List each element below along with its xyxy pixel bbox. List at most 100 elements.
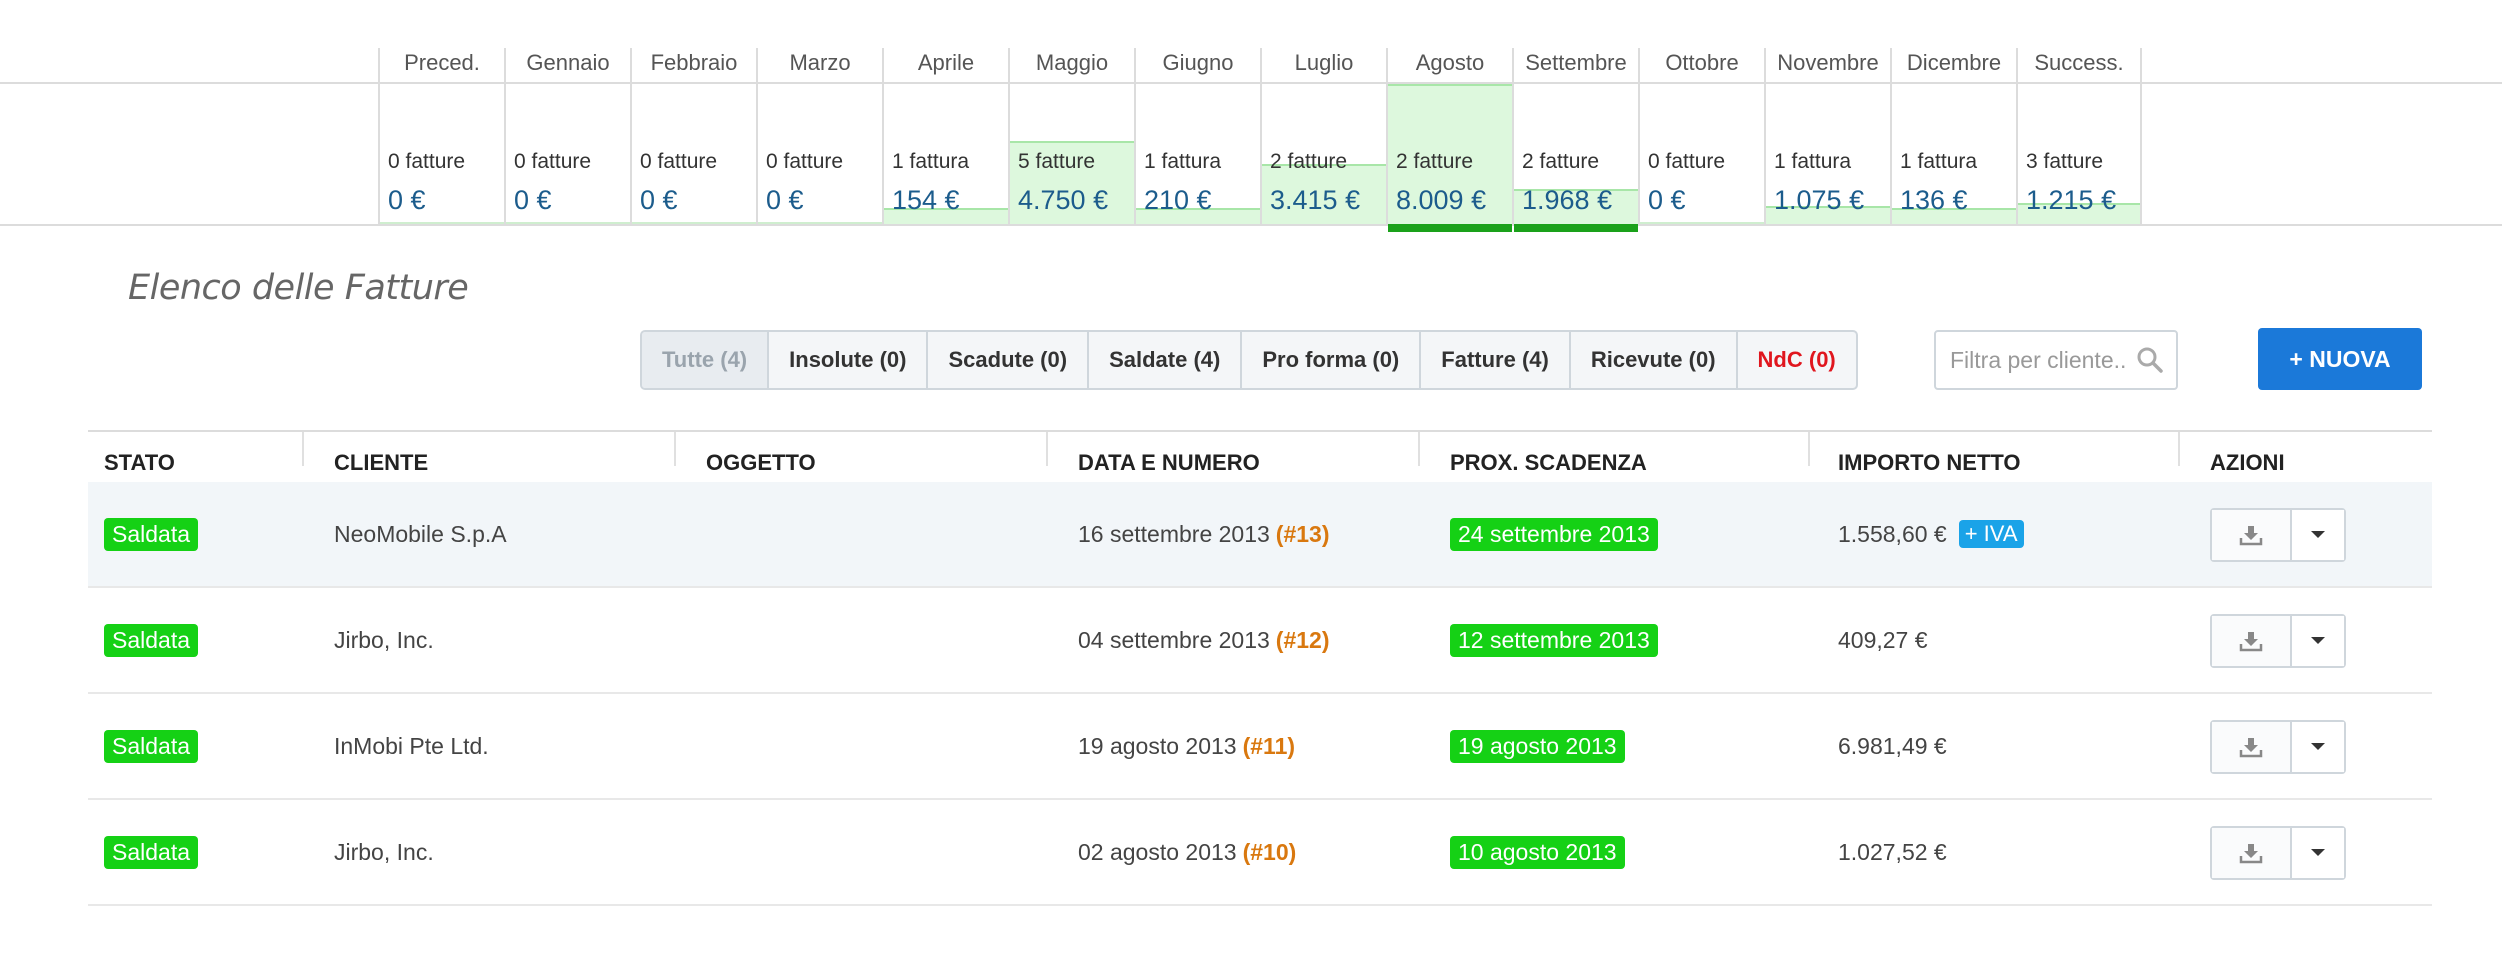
month-strip-bottom-border <box>0 224 2502 226</box>
row-menu-toggle[interactable] <box>2292 828 2344 878</box>
net-amount-cell: 1.558,60 € + IVA <box>1838 482 2024 586</box>
status-cell: Saldata <box>104 482 199 586</box>
month-invoice-count: 0 fatture <box>1648 150 1726 173</box>
status-cell: Saldata <box>104 800 199 904</box>
month-column[interactable]: Agosto 2 fatture 8.009 € <box>1386 48 1512 232</box>
column-header-importo-netto[interactable]: IMPORTO NETTO <box>1838 432 2021 484</box>
month-name: Giugno <box>1162 50 1234 75</box>
month-level-fill <box>758 222 882 224</box>
filter-tab[interactable]: Scadute (0) <box>928 332 1090 388</box>
column-header-stato[interactable]: STATO <box>104 432 175 484</box>
table-row[interactable]: Saldata Jirbo, Inc. 02 agosto 2013 (#10) 10 … <box>88 800 2432 906</box>
month-amount: 0 € <box>514 185 552 215</box>
month-name: Marzo <box>789 50 851 75</box>
filter-tab[interactable]: Tutte (4) <box>642 332 770 388</box>
client-name[interactable]: Jirbo, Inc. <box>334 800 434 904</box>
net-amount: 1.558,60 € <box>1838 520 1947 547</box>
month-column[interactable]: Dicembre 1 fattura 136 € <box>1890 48 2016 224</box>
column-header-prox-scadenza[interactable]: PROX. SCADENZA <box>1450 432 1647 484</box>
month-name: Ottobre <box>1665 50 1739 75</box>
status-badge: Saldata <box>104 623 199 657</box>
month-column[interactable]: Settembre 2 fatture 1.968 € <box>1512 48 1638 232</box>
month-column[interactable]: Preced. 0 fatture 0 € <box>378 48 504 224</box>
month-column[interactable]: Aprile 1 fattura 154 € <box>882 48 1008 224</box>
row-menu-toggle[interactable] <box>2292 616 2344 666</box>
month-name: Febbraio <box>650 50 738 75</box>
column-separator <box>1808 432 1810 466</box>
date-number-cell: 02 agosto 2013 (#10) <box>1078 800 1296 904</box>
invoice-date: 04 settembre 2013 <box>1078 626 1270 653</box>
month-column[interactable]: Giugno 1 fattura 210 € <box>1134 48 1260 224</box>
filter-tab[interactable]: Insolute (0) <box>769 332 929 388</box>
download-button[interactable] <box>2212 722 2292 772</box>
table-row[interactable]: Saldata InMobi Pte Ltd. 19 agosto 2013 (#11… <box>88 694 2432 800</box>
month-amount: 8.009 € <box>1396 185 1487 215</box>
client-name[interactable]: Jirbo, Inc. <box>334 588 434 692</box>
invoice-number[interactable]: (#12) <box>1276 627 1330 654</box>
month-level-fill <box>632 222 756 224</box>
client-name[interactable]: NeoMobile S.p.A <box>334 482 507 586</box>
download-button[interactable] <box>2212 510 2292 560</box>
month-level-fill <box>380 222 504 224</box>
status-badge: Saldata <box>104 729 199 763</box>
month-amount: 0 € <box>766 185 804 215</box>
due-date-cell: 24 settembre 2013 <box>1450 482 1658 586</box>
month-amount: 3.415 € <box>1270 185 1361 215</box>
caret-down-icon <box>2311 743 2325 750</box>
month-name: Novembre <box>1777 50 1879 75</box>
filter-tab[interactable]: NdC (0) <box>1738 332 1856 388</box>
date-number-cell: 19 agosto 2013 (#11) <box>1078 694 1295 798</box>
column-header-cliente[interactable]: CLIENTE <box>334 432 428 484</box>
filter-tab[interactable]: Ricevute (0) <box>1571 332 1738 388</box>
month-column[interactable]: Ottobre 0 fatture 0 € <box>1638 48 1764 224</box>
month-amount: 154 € <box>892 185 960 215</box>
filter-tab[interactable]: Fatture (4) <box>1421 332 1571 388</box>
due-date-badge: 10 agosto 2013 <box>1450 835 1625 869</box>
row-actions <box>2210 720 2346 774</box>
due-date-badge: 12 settembre 2013 <box>1450 623 1658 657</box>
status-badge: Saldata <box>104 517 199 551</box>
month-invoice-count: 2 fatture <box>1396 150 1474 173</box>
column-header-oggetto[interactable]: OGGETTO <box>706 432 816 484</box>
invoice-number[interactable]: (#11) <box>1243 733 1295 760</box>
row-menu-toggle[interactable] <box>2292 510 2344 560</box>
invoice-number[interactable]: (#13) <box>1276 521 1330 548</box>
search-icon[interactable] <box>2136 346 2164 374</box>
month-column[interactable]: Maggio 5 fatture 4.750 € <box>1008 48 1134 224</box>
download-button[interactable] <box>2212 828 2292 878</box>
table-row[interactable]: Saldata NeoMobile S.p.A 16 settembre 2013(… <box>88 482 2432 588</box>
month-column[interactable]: Gennaio 0 fatture 0 € <box>504 48 630 224</box>
status-cell: Saldata <box>104 694 199 798</box>
month-column[interactable]: Luglio 2 fatture 3.415 € <box>1260 48 1386 224</box>
table-row[interactable]: Saldata Jirbo, Inc. 04 settembre 2013 (#12)… <box>88 588 2432 694</box>
column-separator <box>674 432 676 466</box>
invoice-date: 19 agosto 2013 <box>1078 732 1237 759</box>
month-invoice-count: 1 fattura <box>1900 150 1978 173</box>
client-name[interactable]: InMobi Pte Ltd. <box>334 694 489 798</box>
month-column[interactable]: Marzo 0 fatture 0 € <box>756 48 882 224</box>
date-number-cell: 16 settembre 2013 (#13) <box>1078 482 1330 586</box>
due-date-cell: 12 settembre 2013 <box>1450 588 1658 692</box>
month-column[interactable]: Febbraio 0 fatture 0 € <box>630 48 756 224</box>
invoice-table: STATO CLIENTE OGGETTO DATA E NUMERO PROX… <box>88 430 2432 906</box>
month-column[interactable]: Novembre 1 fattura 1.075 € <box>1764 48 1890 224</box>
download-button[interactable] <box>2212 616 2292 666</box>
month-level-fill <box>506 222 630 224</box>
month-amount: 136 € <box>1900 185 1968 215</box>
month-invoice-count: 0 fatture <box>640 150 718 173</box>
invoice-date: 16 settembre 2013 <box>1078 520 1270 547</box>
row-menu-toggle[interactable] <box>2292 722 2344 772</box>
filter-tab[interactable]: Saldate (4) <box>1089 332 1243 388</box>
month-column[interactable]: Success. 3 fatture 1.215 € <box>2016 48 2142 224</box>
month-amount: 210 € <box>1144 185 1212 215</box>
month-name: Agosto <box>1415 50 1485 75</box>
month-invoice-count: 2 fatture <box>1270 150 1348 173</box>
net-amount-cell: 6.981,49 € <box>1838 694 1947 798</box>
new-invoice-button[interactable]: + NUOVA <box>2258 328 2422 390</box>
search-input[interactable] <box>1936 332 2126 388</box>
net-amount: 409,27 € <box>1838 626 1928 653</box>
month-name: Success. <box>2034 50 2124 75</box>
column-header-data-numero[interactable]: DATA E NUMERO <box>1078 432 1260 484</box>
invoice-number[interactable]: (#10) <box>1243 839 1297 866</box>
filter-tab[interactable]: Pro forma (0) <box>1242 332 1422 388</box>
